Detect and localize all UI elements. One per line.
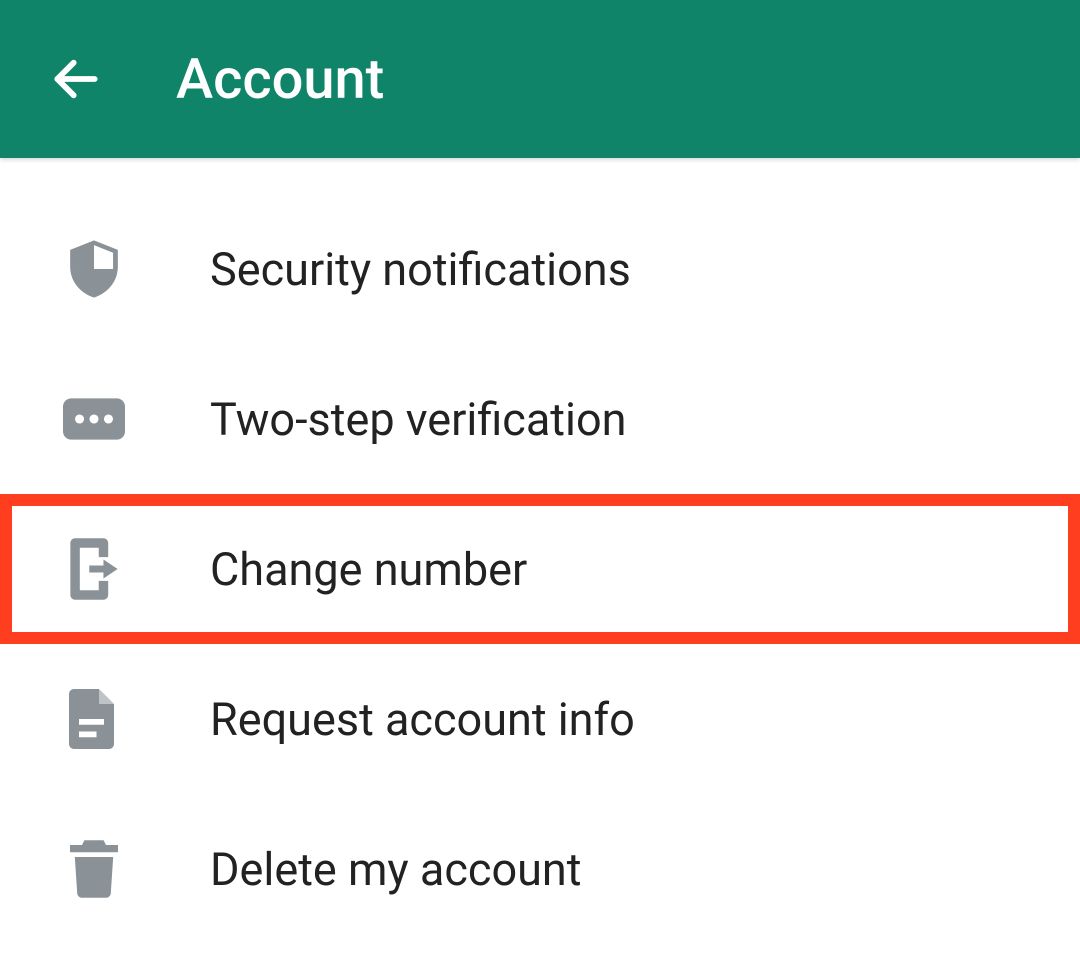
menu-item-delete-my-account[interactable]: Delete my account [0, 794, 1080, 944]
menu-item-label: Two-step verification [210, 393, 626, 446]
back-button[interactable] [48, 51, 104, 107]
page-title: Account [176, 46, 384, 112]
arrow-left-icon [48, 51, 104, 107]
password-icon [62, 387, 126, 451]
app-header: Account [0, 0, 1080, 158]
menu-item-label: Security notifications [210, 243, 631, 296]
document-icon [62, 687, 126, 751]
trash-icon [62, 837, 126, 901]
menu-item-label: Request account info [210, 693, 635, 746]
shield-icon [62, 237, 126, 301]
menu-item-label: Delete my account [210, 843, 582, 896]
change-number-icon [62, 537, 126, 601]
menu-item-two-step-verification[interactable]: Two-step verification [0, 344, 1080, 494]
menu-item-request-account-info[interactable]: Request account info [0, 644, 1080, 794]
menu-item-change-number[interactable]: Change number [0, 494, 1080, 644]
menu-item-label: Change number [210, 543, 527, 596]
account-menu-list: Security notifications Two-step verifica… [0, 158, 1080, 944]
menu-item-security-notifications[interactable]: Security notifications [0, 194, 1080, 344]
